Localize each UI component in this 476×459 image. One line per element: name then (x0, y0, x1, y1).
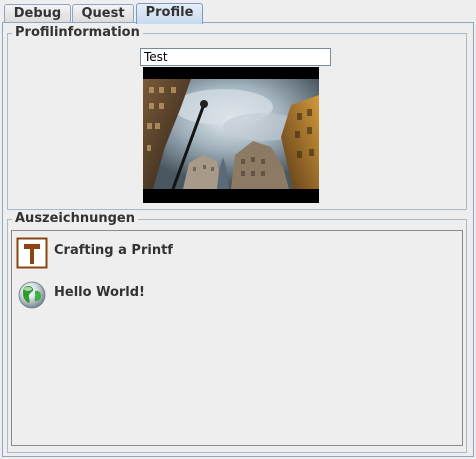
awards-list[interactable]: Crafting a Printf Hello World! (11, 230, 463, 446)
profile-info-title: Profilinformation (12, 25, 143, 41)
awards-title: Auszeichnungen (12, 211, 138, 227)
hammer-icon (16, 237, 48, 269)
profile-photo (143, 67, 319, 203)
city-photo-image (143, 67, 319, 203)
tab-quest[interactable]: Quest (72, 4, 134, 22)
tab-debug[interactable]: Debug (4, 4, 71, 22)
globe-icon (16, 279, 48, 311)
award-label: Crafting a Printf (54, 243, 173, 258)
list-item[interactable]: Crafting a Printf (12, 233, 462, 269)
list-item[interactable]: Hello World! (12, 275, 462, 311)
award-label: Hello World! (54, 285, 145, 300)
tab-profile[interactable]: Profile (136, 3, 203, 24)
tab-bar: Debug Quest Profile (0, 0, 476, 24)
profile-name-field[interactable] (140, 48, 331, 66)
